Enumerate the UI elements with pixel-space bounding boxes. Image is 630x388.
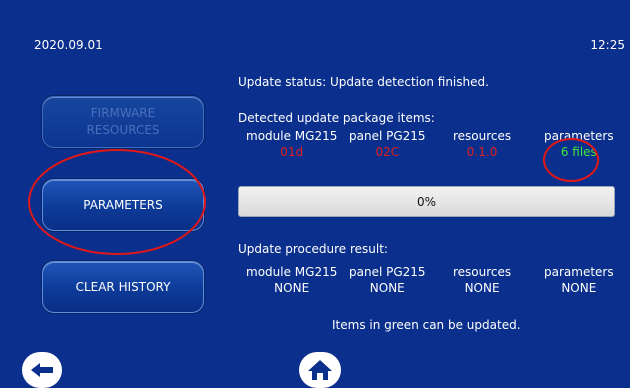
resources-label: RESOURCES — [86, 123, 160, 137]
result-item-module: module MG215 NONE — [246, 265, 337, 295]
date-display: 2020.09.01 — [34, 38, 103, 52]
detected-item-label: panel PG215 — [349, 129, 426, 143]
parameters-button-label: PARAMETERS — [83, 197, 163, 212]
detected-item-panel: panel PG215 02C — [349, 129, 426, 159]
detected-item-module: module MG215 01d — [246, 129, 337, 159]
detected-item-value: 02C — [375, 145, 400, 159]
detected-item-value: 0.1.0 — [466, 145, 498, 159]
update-status: Update status: Update detection finished… — [238, 75, 489, 89]
firmware-resources-button[interactable]: FIRMWARE RESOURCES — [42, 96, 204, 148]
result-item-label: resources — [453, 265, 512, 279]
detected-item-parameters: parameters 6 files — [544, 129, 614, 159]
result-item-resources: resources NONE — [453, 265, 511, 295]
time-display: 12:25 — [590, 38, 625, 52]
detected-item-resources: resources 0.1.0 — [453, 129, 511, 159]
result-item-value: NONE — [369, 281, 405, 295]
home-icon — [308, 360, 332, 380]
detected-items-title: Detected update package items: — [238, 111, 435, 125]
result-item-label: module MG215 — [246, 265, 338, 279]
clear-history-button-label: CLEAR HISTORY — [75, 279, 171, 294]
detected-item-label: parameters — [544, 129, 614, 143]
detected-item-label: resources — [453, 129, 512, 143]
detected-item-label: module MG215 — [246, 129, 338, 143]
result-item-parameters: parameters NONE — [544, 265, 614, 295]
detected-item-value: 01d — [280, 145, 304, 159]
result-item-panel: panel PG215 NONE — [349, 265, 426, 295]
result-item-label: parameters — [544, 265, 614, 279]
result-title: Update procedure result: — [238, 242, 388, 256]
result-item-label: panel PG215 — [349, 265, 426, 279]
result-item-value: NONE — [561, 281, 597, 295]
progress-bar: 0% — [238, 186, 615, 217]
parameters-button[interactable]: PARAMETERS — [42, 179, 204, 231]
progress-label: 0% — [416, 194, 437, 209]
arrow-left-icon — [31, 363, 53, 377]
detected-item-value: 6 files — [560, 145, 597, 159]
clear-history-button[interactable]: CLEAR HISTORY — [42, 261, 204, 313]
update-note: Items in green can be updated. — [332, 318, 521, 332]
result-item-value: NONE — [464, 281, 500, 295]
firmware-label: FIRMWARE — [90, 106, 156, 120]
result-item-value: NONE — [274, 281, 310, 295]
update-screen: 2020.09.01 12:25 FIRMWARE RESOURCES PARA… — [0, 0, 630, 388]
